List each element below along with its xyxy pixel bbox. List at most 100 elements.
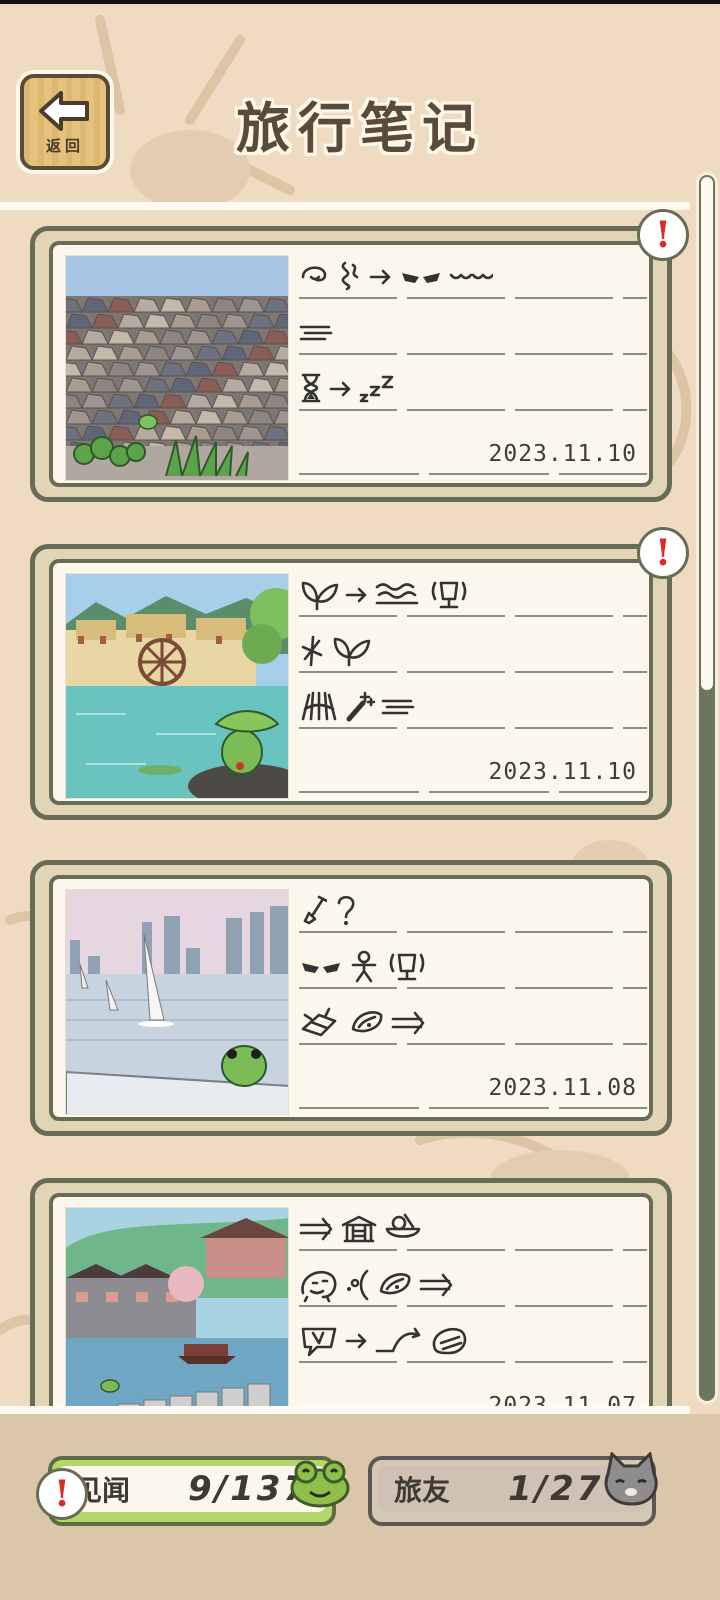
- sprout-icon: [301, 635, 323, 667]
- thought-bubble-icon: [347, 1269, 369, 1301]
- building-icon: [341, 1215, 377, 1243]
- narrowed-eyes-icon: [302, 963, 340, 973]
- list-bottom-divider: [0, 1406, 690, 1414]
- note-row: [299, 893, 647, 933]
- note-row: [299, 1005, 647, 1045]
- narrowed-eyes-icon: [402, 273, 440, 283]
- seen-label: 见闻: [74, 1474, 131, 1507]
- journal-entry-date: 2023.11.10: [488, 759, 637, 785]
- note-row: [299, 1267, 647, 1307]
- note-row: [299, 633, 647, 673]
- journal-entry-card[interactable]: 2023.11.10!: [30, 527, 689, 820]
- date-ruled-line: [299, 1107, 647, 1109]
- ruled-line: [299, 1361, 647, 1363]
- journal-entry-photo: [65, 255, 289, 481]
- journal-photo-rooftops: [66, 256, 288, 480]
- double-arrow-icon: [419, 1273, 453, 1297]
- ruled-line: [299, 1305, 647, 1307]
- journal-entry-notes: [299, 259, 647, 449]
- ruled-line: [299, 931, 647, 933]
- question-mark-icon: [337, 895, 355, 925]
- note-row: [299, 577, 647, 617]
- arrow-icon: [345, 1333, 367, 1349]
- hill-path-icon: [375, 1327, 421, 1353]
- journal-entry-card[interactable]: 2023.11.10!: [30, 209, 689, 502]
- journal-photo-waterwheel: [66, 574, 288, 798]
- note-row: [299, 949, 647, 989]
- friends-label: 旅友: [394, 1474, 451, 1507]
- arrow-icon: [345, 587, 367, 603]
- journal-entry-paper: 2023.11.08: [49, 875, 653, 1121]
- sparkle-wand-icon: [346, 691, 375, 722]
- note-row: [299, 1323, 647, 1363]
- ruled-line: [299, 297, 647, 299]
- new-entry-alert-badge: !: [637, 209, 689, 261]
- journal-photo-oldtown: [66, 1208, 288, 1432]
- ringing-cup-icon: [389, 953, 425, 981]
- journal-entry-notes: [299, 577, 647, 767]
- shovel-icon: [303, 895, 327, 925]
- new-entry-alert-badge: !: [637, 527, 689, 579]
- ruled-line: [299, 671, 647, 673]
- note-row: [299, 315, 647, 355]
- note-row: [299, 689, 647, 729]
- journal-entry-date: 2023.11.10: [488, 441, 637, 467]
- waves-icon: [375, 583, 419, 605]
- scrollbar-thumb[interactable]: [701, 177, 713, 690]
- friend-face-icon: [301, 1270, 337, 1303]
- arrow-icon: [329, 381, 351, 397]
- wave-icon: [449, 273, 493, 280]
- leaves-icon: [333, 637, 371, 667]
- ruled-line: [299, 615, 647, 617]
- journal-entry-notes: [299, 1211, 647, 1401]
- ruled-line: [299, 409, 647, 411]
- rice-ball-icon: [432, 1328, 467, 1355]
- double-arrow-icon: [391, 1011, 425, 1035]
- food-bowl-icon: [385, 1213, 421, 1238]
- sun-rays-icon: [301, 691, 337, 721]
- ruled-line: [299, 1249, 647, 1251]
- note-row: [299, 371, 647, 411]
- stick-figure-icon: [351, 950, 377, 983]
- cat-head-icon: [604, 1452, 658, 1506]
- ruled-line: [299, 1043, 647, 1045]
- alert-mark: !: [655, 214, 671, 256]
- journal-entry-notes: [299, 893, 647, 1083]
- ear-icon: [301, 266, 327, 282]
- journal-entry-photo: [65, 1207, 289, 1433]
- note-row: [299, 1211, 647, 1251]
- shout-bubble-icon: [301, 1327, 337, 1357]
- journal-entry-paper: 2023.11.07: [49, 1193, 653, 1439]
- journal-entry-paper: 2023.11.10: [49, 241, 653, 487]
- hourglass-icon: [301, 373, 321, 403]
- journal-entry-date: 2023.11.08: [488, 1075, 637, 1101]
- frog-head-icon: [290, 1460, 350, 1508]
- journal-list[interactable]: 2023.11.10! 2023.11.10! 2023.11.08: [0, 0, 690, 1440]
- journal-entry-paper: 2023.11.10: [49, 559, 653, 805]
- journal-screen: 返回 旅行笔记 2023.11.10! 2023.11.10 ! 2023.11…: [0, 0, 720, 1600]
- wind-lines-icon: [381, 699, 415, 715]
- arrow-icon: [369, 269, 391, 285]
- leaves-icon: [301, 581, 339, 611]
- ruled-line: [299, 353, 647, 355]
- journal-entry-photo: [65, 573, 289, 799]
- leaf-icon: [351, 1011, 383, 1033]
- sleeping-zzz-icon: [359, 375, 394, 403]
- ruled-line: [299, 987, 647, 989]
- journal-photo-skyline: [66, 890, 288, 1114]
- wrapped-gift-icon: [301, 1007, 337, 1037]
- friends-value: 1/27: [508, 1469, 604, 1509]
- note-row: [299, 259, 647, 299]
- journal-entry-card[interactable]: 2023.11.07: [30, 1178, 672, 1440]
- ruled-line: [299, 727, 647, 729]
- seen-counter-inner: 见闻 9/137: [58, 1466, 326, 1512]
- alert-mark: !: [54, 1473, 70, 1515]
- date-ruled-line: [299, 791, 647, 793]
- alert-mark: !: [655, 532, 671, 574]
- wind-lines-icon: [299, 325, 333, 341]
- double-arrow-icon: [299, 1217, 333, 1241]
- date-ruled-line: [299, 473, 647, 475]
- leaf-icon: [379, 1273, 411, 1295]
- scrollbar-track[interactable]: [696, 172, 718, 1404]
- journal-entry-card[interactable]: 2023.11.08: [30, 860, 672, 1136]
